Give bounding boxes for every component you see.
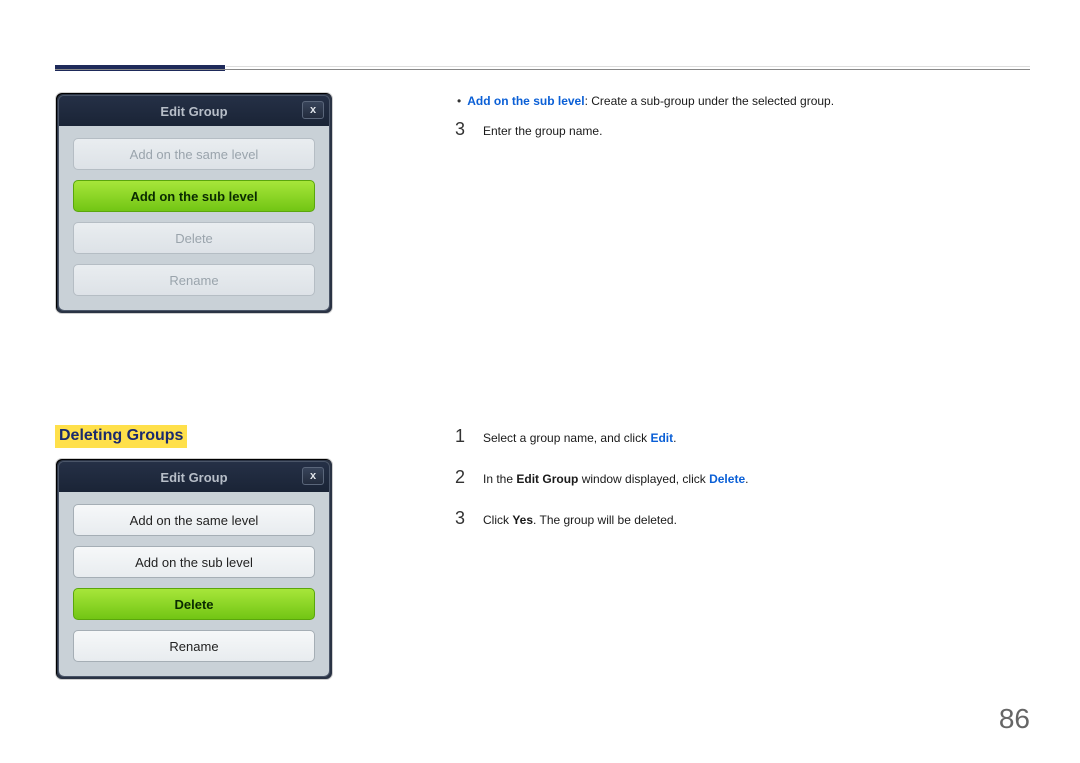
header-accent-bar [55,65,225,71]
bullet-text: Add on the sub level: Create a sub-group… [467,92,834,111]
step-number: 3 [455,504,467,533]
text: . The group will be deleted. [533,513,677,527]
screenshot-edit-group-add: Edit Group x Add on the same level Add o… [55,92,335,314]
delete-button[interactable]: Delete [73,222,315,254]
dialog-title: Edit Group [59,470,329,485]
text: In the [483,472,516,486]
step-number: 2 [455,463,467,492]
add-same-level-button[interactable]: Add on the same level [73,504,315,536]
step-row: 3 Enter the group name. [455,115,1025,144]
button-label: Add on the same level [130,513,259,528]
bullet-icon: • [455,92,461,111]
page: Edit Group x Add on the same level Add o… [0,0,1080,763]
button-label: Rename [169,639,218,654]
text: . [673,431,676,445]
dialog-title: Edit Group [59,104,329,119]
instructions-top: • Add on the sub level: Create a sub-gro… [455,92,1025,156]
text: . [745,472,748,486]
add-sub-level-button[interactable]: Add on the sub level [73,180,315,212]
dialog-edit-group: Edit Group x Add on the same level Add o… [55,458,333,680]
bold-yes: Yes [512,513,533,527]
rename-button[interactable]: Rename [73,630,315,662]
button-label: Add on the sub level [135,555,253,570]
add-same-level-button[interactable]: Add on the same level [73,138,315,170]
close-button[interactable]: x [302,101,324,119]
step-row: 3 Click Yes. The group will be deleted. [455,504,1025,533]
bullet-label: Add on the sub level [467,94,584,108]
instructions-deleting: 1 Select a group name, and click Edit. 2… [455,422,1025,544]
header-rule [226,66,1030,67]
dialog-titlebar: Edit Group x [59,462,329,492]
dialog-inner: Edit Group x Add on the same level Add o… [58,461,330,677]
close-icon: x [310,104,316,116]
add-sub-level-button[interactable]: Add on the sub level [73,546,315,578]
dialog-titlebar: Edit Group x [59,96,329,126]
text: window displayed, click [578,472,709,486]
dialog-body: Add on the same level Add on the sub lev… [59,126,329,310]
header-rule [55,69,1030,70]
step-number: 3 [455,115,467,144]
close-icon: x [310,470,316,482]
step-row: 1 Select a group name, and click Edit. [455,422,1025,451]
close-button[interactable]: x [302,467,324,485]
section-deleting-groups: Deleting Groups Edit Group x Add on the … [55,425,333,680]
step-text: Select a group name, and click Edit. [483,429,676,448]
link-edit: Edit [650,431,673,445]
step-row: 2 In the Edit Group window displayed, cl… [455,463,1025,492]
bold-edit-group: Edit Group [516,472,578,486]
button-label: Add on the sub level [130,189,257,204]
text: Select a group name, and click [483,431,650,445]
step-number: 1 [455,422,467,451]
button-label: Rename [169,273,218,288]
step-text: In the Edit Group window displayed, clic… [483,470,748,489]
delete-button[interactable]: Delete [73,588,315,620]
page-number: 86 [999,703,1030,735]
section-heading: Deleting Groups [55,425,187,448]
dialog-body: Add on the same level Add on the sub lev… [59,492,329,676]
button-label: Delete [174,597,213,612]
dialog-edit-group: Edit Group x Add on the same level Add o… [55,92,333,314]
rename-button[interactable]: Rename [73,264,315,296]
button-label: Delete [175,231,213,246]
dialog-inner: Edit Group x Add on the same level Add o… [58,95,330,311]
bullet-item: • Add on the sub level: Create a sub-gro… [455,92,1025,111]
step-text: Click Yes. The group will be deleted. [483,511,677,530]
button-label: Add on the same level [130,147,259,162]
bullet-rest: : Create a sub-group under the selected … [585,94,835,108]
step-text: Enter the group name. [483,122,602,141]
link-delete: Delete [709,472,745,486]
text: Click [483,513,512,527]
